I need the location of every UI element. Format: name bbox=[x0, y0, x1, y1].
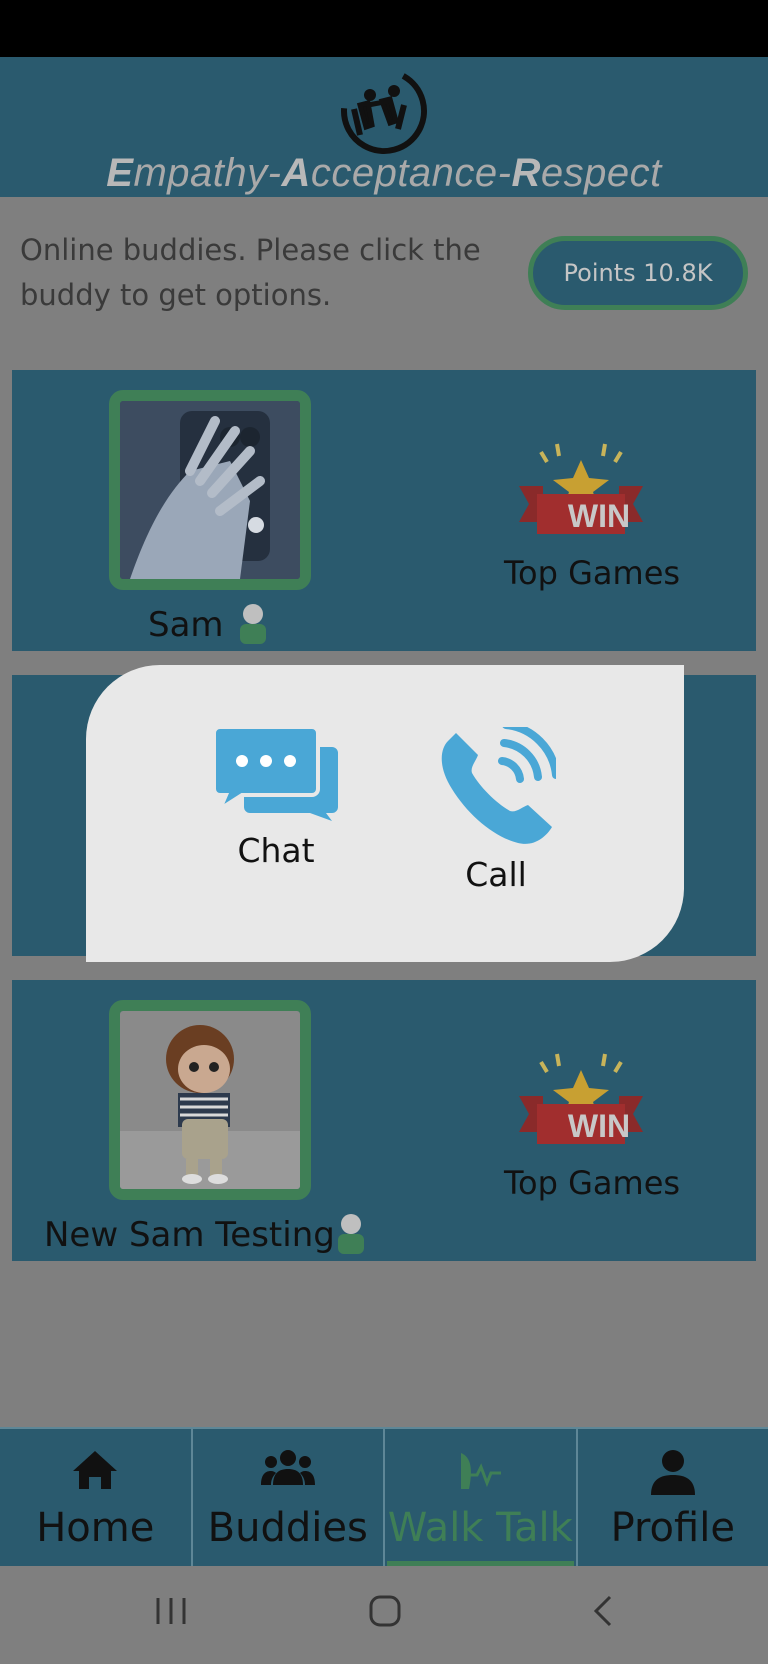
home-button-icon[interactable] bbox=[368, 1594, 402, 1628]
people-icon bbox=[260, 1450, 315, 1485]
buddy-name: Sam bbox=[148, 605, 224, 645]
nav-profile[interactable]: Profile bbox=[577, 1427, 768, 1566]
chat-icon bbox=[214, 727, 338, 821]
back-icon[interactable] bbox=[590, 1594, 616, 1628]
recent-apps-icon[interactable] bbox=[154, 1594, 188, 1628]
win-label: WIN bbox=[567, 1108, 631, 1144]
avatar[interactable] bbox=[109, 1000, 311, 1200]
status-bar bbox=[0, 0, 768, 57]
nav-buddies[interactable]: Buddies bbox=[192, 1427, 385, 1566]
nav-buddies-label: Buddies bbox=[207, 1505, 368, 1551]
system-nav-bar bbox=[0, 1566, 768, 1664]
chat-label: Chat bbox=[237, 831, 315, 870]
person-icon bbox=[650, 1450, 695, 1495]
nav-home-label: Home bbox=[36, 1505, 155, 1551]
win-label: WIN bbox=[567, 498, 631, 534]
buddy-card[interactable]: Sam WIN Top Games bbox=[12, 370, 756, 651]
call-label: Call bbox=[465, 855, 527, 894]
tagline: Empathy-Acceptance-Respect bbox=[106, 151, 662, 195]
online-icon bbox=[338, 1214, 364, 1254]
points-button[interactable]: Points 10.8K bbox=[528, 236, 748, 310]
walk-talk-icon bbox=[461, 1453, 502, 1489]
intro-text: Online buddies. Please click the buddy t… bbox=[20, 233, 481, 312]
logo-icon bbox=[341, 68, 427, 154]
online-icon bbox=[240, 604, 266, 644]
nav-profile-label: Profile bbox=[610, 1505, 735, 1551]
nav-walk-talk-label: Walk Talk bbox=[387, 1505, 573, 1551]
home-icon bbox=[73, 1451, 118, 1489]
avatar-photo bbox=[120, 401, 300, 579]
avatar-photo bbox=[120, 1011, 300, 1189]
phone-icon bbox=[441, 727, 556, 844]
top-games-label[interactable]: Top Games bbox=[492, 1164, 692, 1202]
app-header: Empathy-Acceptance-Respect bbox=[0, 57, 768, 197]
nav-walk-talk[interactable]: Walk Talk bbox=[385, 1427, 578, 1566]
bottom-nav: Home Buddies Walk Talk Profile bbox=[0, 1427, 768, 1566]
buddy-options-popup: Chat Call bbox=[86, 665, 684, 962]
chat-button[interactable]: Chat bbox=[196, 727, 356, 870]
buddy-name: New Sam Testing bbox=[44, 1215, 335, 1255]
call-button[interactable]: Call bbox=[416, 727, 576, 894]
avatar[interactable] bbox=[109, 390, 311, 590]
buddy-card[interactable]: New Sam Testing WIN Top Games bbox=[12, 980, 756, 1261]
top-games-label[interactable]: Top Games bbox=[492, 554, 692, 592]
nav-home[interactable]: Home bbox=[0, 1427, 193, 1566]
